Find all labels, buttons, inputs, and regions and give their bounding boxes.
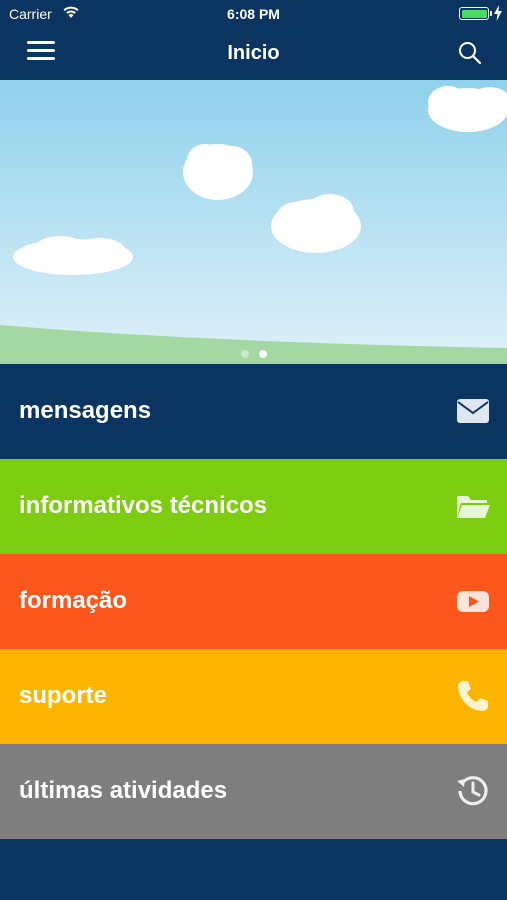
page-dot-active[interactable] (258, 350, 267, 358)
phone-icon (458, 681, 488, 711)
cloud (428, 86, 507, 132)
video-play-icon (457, 591, 489, 612)
menu-item-informativos-tecnicos[interactable]: informativos técnicos (0, 459, 507, 554)
page-indicator (0, 345, 507, 363)
menu-item-label: mensagens (19, 397, 152, 424)
menu-item-ultimas-atividades[interactable]: últimas atividades (0, 744, 507, 839)
page-dot[interactable] (240, 350, 249, 358)
status-bar: Carrier 6:08 PM (0, 0, 507, 28)
menu-item-suporte[interactable]: suporte (0, 649, 507, 744)
battery-cap (490, 11, 492, 16)
page-title: Inicio (227, 42, 280, 64)
charging-bolt-icon (494, 5, 502, 21)
main-menu: mensagens informativos técnicos formação… (0, 364, 507, 839)
menu-item-label: informativos técnicos (19, 492, 268, 519)
menu-item-label: suporte (19, 682, 108, 709)
menu-item-mensagens[interactable]: mensagens (0, 364, 507, 459)
menu-item-label: formação (19, 587, 128, 614)
navigation-bar: Inicio (0, 28, 507, 80)
banner-image (0, 80, 507, 364)
clock: 6:08 PM (227, 6, 280, 22)
search-icon[interactable] (457, 40, 483, 66)
battery-icon (459, 7, 489, 20)
cloud (183, 144, 253, 200)
banner-carousel[interactable] (0, 80, 507, 364)
footer-space (0, 840, 507, 900)
menu-item-label: últimas atividades (19, 777, 228, 804)
history-icon (457, 776, 488, 806)
open-folder-icon (457, 496, 490, 518)
menu-item-formacao[interactable]: formação (0, 554, 507, 649)
envelope-icon (457, 399, 489, 423)
